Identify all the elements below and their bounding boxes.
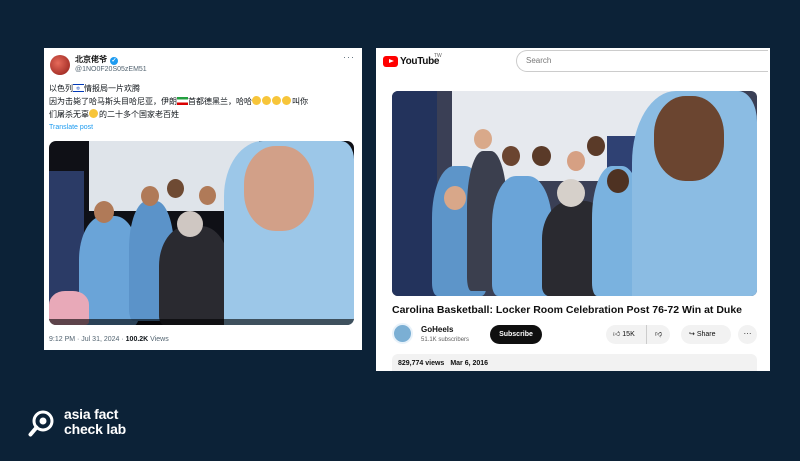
video-scene xyxy=(502,146,520,166)
video-scene xyxy=(392,91,437,296)
like-dislike-group: 👍︎ 15K 👎︎ xyxy=(606,325,670,344)
subscribe-button[interactable]: Subscribe xyxy=(490,325,542,344)
avatar[interactable] xyxy=(50,55,70,75)
tweet-text-segment: 叫你 xyxy=(292,97,308,106)
view-count: 829,774 views xyxy=(398,360,445,367)
video-scene xyxy=(244,146,314,231)
share-button[interactable]: ↪ Share xyxy=(681,325,731,344)
logo-region-code: TW xyxy=(434,53,442,59)
video-player[interactable] xyxy=(392,91,757,296)
video-progress-bar[interactable] xyxy=(49,319,354,325)
views-label: Views xyxy=(148,336,169,343)
thumbs-up-icon: 👍︎ xyxy=(613,331,621,338)
video-scene xyxy=(94,201,114,223)
tweet-card: 北京佬爷✓ @1NO0F20S05zEM51 ··· 以色列 情报局一片欢腾 因为… xyxy=(44,48,362,350)
video-scene xyxy=(532,146,551,166)
thumbs-down-icon: 👎︎ xyxy=(654,331,663,338)
grinning-face-icon xyxy=(252,96,261,105)
tweet-handle[interactable]: @1NO0F20S05zEM51 xyxy=(75,66,147,73)
share-label: Share xyxy=(696,331,716,338)
tweet-text-segment: 首都德黑兰，哈哈 xyxy=(188,97,252,106)
tweet-video[interactable] xyxy=(49,141,354,325)
video-title: Carolina Basketball: Locker Room Celebra… xyxy=(392,304,742,316)
verified-badge-icon: ✓ xyxy=(110,57,118,65)
grinning-face-icon xyxy=(272,96,281,105)
like-count: 15K xyxy=(622,331,635,338)
brand-logo-text: asia fact check lab xyxy=(64,407,126,437)
channel-avatar[interactable] xyxy=(392,323,413,344)
video-description[interactable]: 829,774 views Mar 6, 2016 xyxy=(392,354,757,371)
more-options-icon[interactable]: ··· xyxy=(343,52,355,62)
video-scene xyxy=(557,179,585,207)
video-scene xyxy=(141,186,159,206)
tweet-text-segment: 因为击毙了哈马斯头目哈尼亚，伊朗 xyxy=(49,97,177,106)
brand-line2: check lab xyxy=(64,421,127,437)
tweet-meta: 9:12 PM · Jul 31, 2024 · 100.2K Views xyxy=(49,336,169,343)
tweet-timestamp[interactable]: 9:12 PM · Jul 31, 2024 · xyxy=(49,336,126,343)
upload-date: Mar 6, 2016 xyxy=(450,360,489,367)
tweet-text-segment: 情报局一片欢腾 xyxy=(84,84,140,93)
youtube-play-icon xyxy=(383,56,398,67)
grinning-face-icon xyxy=(282,96,291,105)
video-scene xyxy=(567,151,585,171)
video-scene xyxy=(654,96,724,181)
grinning-face-icon xyxy=(262,96,271,105)
youtube-logo[interactable]: YouTube xyxy=(383,56,440,67)
magnifier-logo-icon xyxy=(28,410,54,437)
tweet-text: 以色列 情报局一片欢腾 因为击毙了哈马斯头目哈尼亚，伊朗 首都德黑兰，哈哈 叫你 们屠… xyxy=(49,82,355,121)
tweet-text-segment: 以色列 xyxy=(49,84,73,93)
channel-name[interactable]: GoHeels xyxy=(421,325,453,334)
brand-line1: asia fact xyxy=(64,406,119,422)
video-scene xyxy=(167,179,184,198)
tweet-text-segment: 们屠杀无辜 xyxy=(49,110,89,119)
video-scene xyxy=(159,226,229,325)
like-button[interactable]: 👍︎ 15K xyxy=(606,325,647,344)
views-count: 100.2K xyxy=(125,336,149,343)
search-placeholder: Search xyxy=(526,56,552,65)
video-scene xyxy=(587,136,605,156)
iran-flag-icon xyxy=(177,97,188,105)
youtube-page: YouTube TW Search Carolina Basketball: L… xyxy=(376,48,770,371)
display-name[interactable]: 北京佬爷 xyxy=(75,55,107,64)
video-scene xyxy=(199,186,216,205)
tweet-text-segment: 的二十多个国家老百姓 xyxy=(99,110,179,119)
video-scene xyxy=(177,211,203,237)
pleading-face-icon xyxy=(89,109,98,118)
search-input[interactable]: Search xyxy=(516,50,768,72)
share-arrow-icon: ↪ xyxy=(689,331,695,338)
israel-flag-icon xyxy=(73,83,84,96)
tweet-author-name[interactable]: 北京佬爷 ✓ xyxy=(75,54,118,65)
video-scene xyxy=(474,129,492,149)
more-actions-icon[interactable]: ··· xyxy=(738,325,757,344)
video-scene xyxy=(607,169,629,193)
subscriber-count: 51.1K subscribers xyxy=(421,337,470,343)
video-scene xyxy=(444,186,466,210)
translate-post-link[interactable]: Translate post xyxy=(49,124,93,131)
dislike-button[interactable]: 👎︎ xyxy=(647,325,670,344)
